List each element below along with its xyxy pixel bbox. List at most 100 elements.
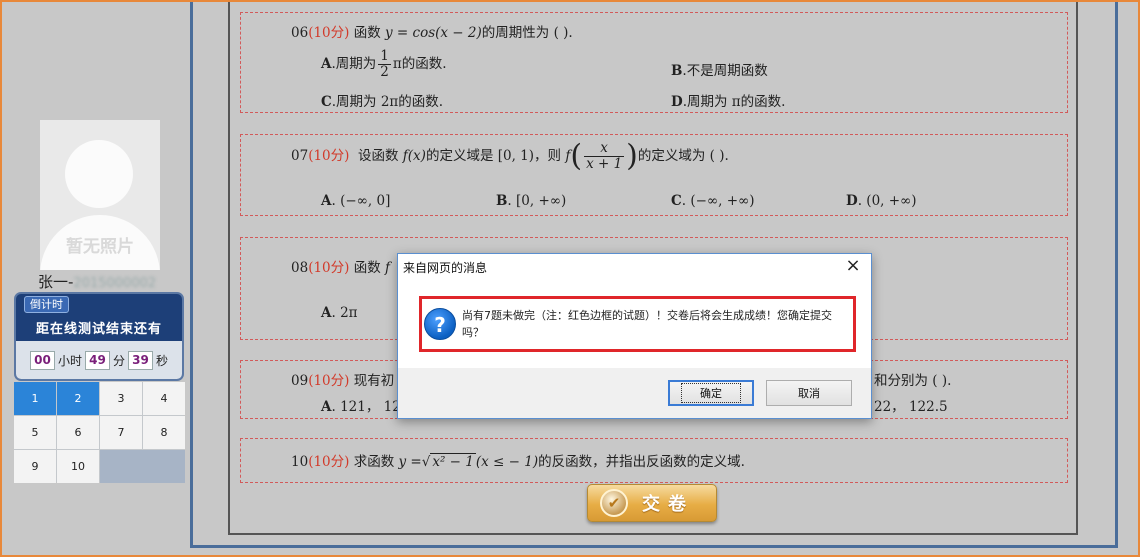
option-a[interactable]: A. 2π	[321, 305, 358, 321]
question-07: 07(10分) 设函数 f(x)的定义域是 [0, 1)，则 f(x x + 1)…	[240, 134, 1068, 216]
question-stem: 10(10分) 求函数 y =√ x² − 1 (x ≤ − 1)的反函数，并指出反…	[291, 453, 745, 470]
fraction: xx + 1	[584, 141, 625, 172]
option-label: C	[321, 94, 332, 110]
fraction-numerator: 1	[378, 48, 391, 65]
option-a[interactable]: A. (−∞, 0]	[321, 193, 390, 209]
question-nav-item[interactable]: 3	[100, 382, 142, 415]
submit-label: 交卷	[642, 494, 694, 515]
dialog-body: ? 尚有7题未做完（注：红色边框的试题）！交卷后将会生成成绩！您确定提交吗？	[398, 280, 871, 368]
no-photo-label: 暂无照片	[66, 237, 134, 257]
question-score: (10分)	[308, 25, 350, 41]
question-stem: 08(10分) 函数 f	[291, 256, 390, 276]
question-stem: 09(10分) 现有初	[291, 369, 394, 389]
option-text: . [0, +∞)	[507, 193, 567, 209]
option-label: C	[671, 193, 682, 209]
countdown-hours: 00	[29, 350, 55, 370]
option-text: .周期为 π的函数.	[682, 94, 786, 110]
question-nav-item[interactable]: 10	[57, 450, 99, 483]
question-mark-icon: ?	[424, 308, 456, 340]
question-score: (10分)	[308, 454, 350, 470]
stem-formula: y =	[398, 454, 422, 470]
question-nav-item[interactable]: 1	[14, 382, 56, 415]
stem-text: 函数	[353, 260, 381, 276]
question-nav-item[interactable]: 7	[100, 416, 142, 449]
option-text: 22， 122.5	[874, 399, 948, 415]
question-nav-grid: 1 2 3 4 5 6 7 8 9 10	[14, 382, 185, 483]
student-photo-placeholder: 暂无照片	[40, 120, 160, 270]
dialog-title: 来自网页的消息	[403, 261, 488, 275]
option-text: .周期为	[331, 56, 377, 72]
option-text: . (−∞, 0]	[331, 193, 391, 209]
question-nav-item[interactable]: 5	[14, 416, 56, 449]
ok-label: 确定	[681, 383, 741, 403]
fraction: 12	[378, 49, 391, 80]
option-text: π的函数.	[392, 56, 447, 72]
option-c[interactable]: C. (−∞, +∞)	[671, 193, 755, 209]
stem-text: 的定义域是 [0, 1)，则	[425, 148, 562, 164]
cancel-button[interactable]: 取消	[766, 380, 852, 406]
question-nav-item[interactable]: 6	[57, 416, 99, 449]
question-number: 06	[291, 25, 309, 41]
right-paren: )	[626, 138, 638, 174]
submit-exam-button[interactable]: ✔ 交卷	[587, 484, 717, 522]
option-tail: 22， 122.5	[874, 395, 948, 415]
left-paren: (	[570, 138, 583, 174]
stem-formula: f	[385, 260, 390, 276]
sqrt-radicand: x² − 1	[430, 453, 476, 470]
avatar-head	[65, 140, 133, 208]
fraction-denominator: x + 1	[586, 156, 623, 172]
option-d[interactable]: D. (0, +∞)	[846, 193, 917, 209]
question-nav-item[interactable]: 8	[143, 416, 185, 449]
fraction-numerator: x	[584, 141, 625, 157]
countdown-time: 00 小时 49 分 39 秒	[16, 341, 182, 379]
dialog-message: 尚有7题未做完（注：红色边框的试题）！交卷后将会生成成绩！您确定提交吗？	[462, 309, 832, 339]
option-a[interactable]: A.周期为 1 2 π的函数.	[321, 49, 447, 80]
option-label: D	[846, 193, 858, 209]
stem-text: 的周期性为 ( ).	[481, 25, 573, 41]
stem-formula: f(x)	[402, 148, 426, 164]
countdown-seconds: 39	[128, 350, 153, 370]
hours-unit: 小时	[57, 353, 82, 368]
stem-text: 求函数	[353, 454, 395, 470]
option-b[interactable]: B.不是周期函数	[671, 59, 768, 79]
option-label: A	[321, 305, 332, 321]
stem-text: 的定义域为 ( ).	[637, 148, 729, 164]
option-label: A	[321, 193, 332, 209]
ok-button[interactable]: 确定	[668, 380, 754, 406]
stem-formula: y = cos(x − 2)	[385, 25, 482, 41]
checkmark-icon: ✔	[600, 489, 628, 517]
question-number: 07	[291, 148, 309, 164]
dialog-footer: 确定 取消	[398, 368, 871, 418]
option-label: B	[496, 193, 508, 209]
stem-text: 的反函数，并指出反函数的定义域.	[538, 454, 745, 470]
close-icon[interactable]: ×	[842, 255, 864, 277]
countdown-panel: 倒计时 距在线测试结束还有 00 小时 49 分 39 秒	[14, 292, 184, 381]
fraction-denominator: 2	[380, 64, 389, 80]
option-b[interactable]: B. [0, +∞)	[496, 193, 566, 209]
stem-text: 和分别为 ( ).	[874, 373, 952, 389]
option-text: . 121， 12	[331, 399, 401, 415]
seconds-unit: 秒	[156, 353, 169, 368]
question-06: 06(10分) 函数 y = cos(x − 2)的周期性为 ( ). A.周期…	[240, 12, 1068, 113]
option-c[interactable]: C.周期为 2π的函数.	[321, 90, 443, 110]
question-number: 10	[291, 454, 309, 470]
question-score: (10分)	[308, 260, 350, 276]
question-10: 10(10分) 求函数 y =√ x² − 1 (x ≤ − 1)的反函数，并指出反…	[240, 438, 1068, 483]
question-nav-item[interactable]: 9	[14, 450, 56, 483]
question-nav-empty	[100, 450, 185, 483]
option-a[interactable]: A. 121， 12	[321, 395, 401, 415]
countdown-tag: 倒计时	[24, 296, 69, 313]
option-label: B	[671, 63, 683, 79]
question-score: (10分)	[308, 373, 350, 389]
question-number: 08	[291, 260, 309, 276]
stem-text: 现有初	[353, 373, 395, 389]
question-stem-tail: 和分别为 ( ).	[874, 369, 951, 389]
option-text: .周期为 2π的函数.	[331, 94, 444, 110]
question-nav-item[interactable]: 4	[143, 382, 185, 415]
question-nav-item[interactable]: 2	[57, 382, 99, 415]
stem-condition: (x ≤ − 1)	[475, 454, 539, 470]
stem-text: 函数	[353, 25, 381, 41]
student-id-blurred: 2015000002	[73, 276, 157, 291]
question-stem: 07(10分) 设函数 f(x)的定义域是 [0, 1)，则 f(x x + 1)…	[291, 141, 729, 172]
option-d[interactable]: D.周期为 π的函数.	[671, 90, 785, 110]
